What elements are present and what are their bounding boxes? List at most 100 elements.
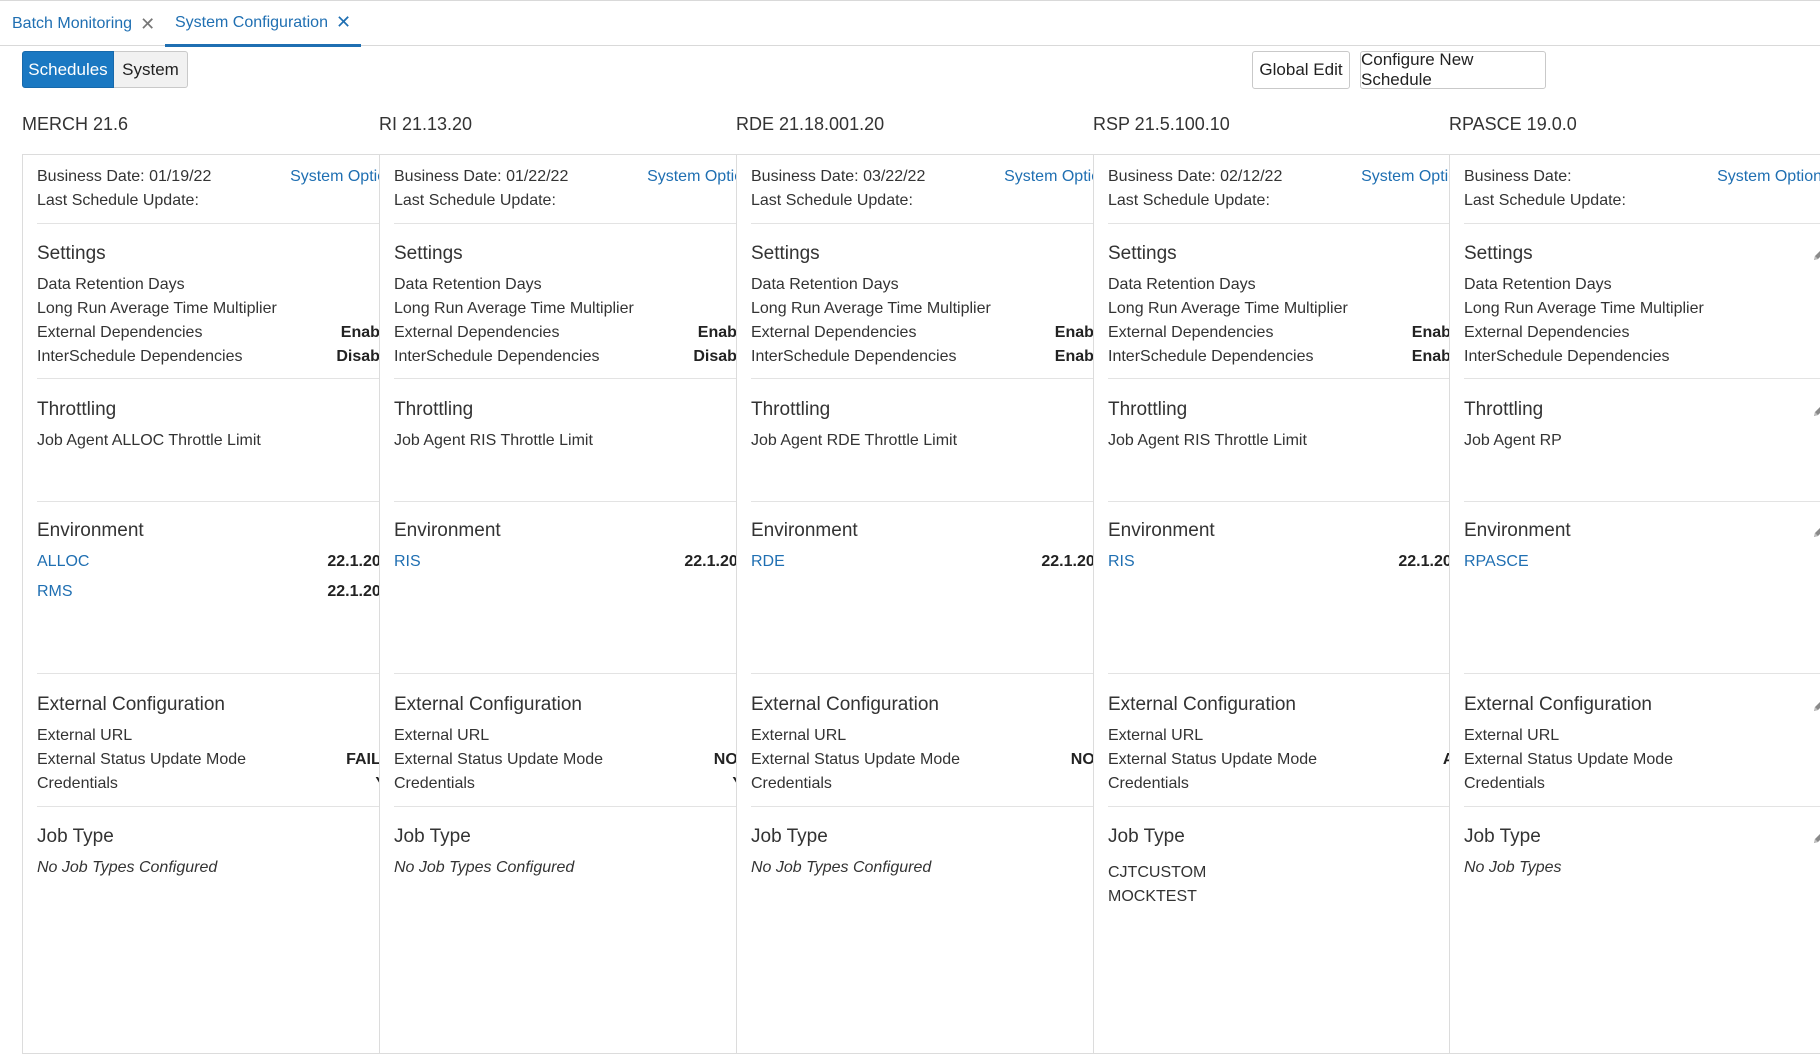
external-status-row: External Status Update Mode [1464, 748, 1820, 772]
system-toggle[interactable]: System [114, 51, 188, 88]
section-title: External Configuration [751, 694, 939, 715]
section-title: Throttling [1464, 399, 1544, 420]
section-title: Job Type [1464, 826, 1541, 847]
section-title: Throttling [37, 399, 117, 420]
setting-row: External Dependencies Enabled [1108, 321, 1474, 345]
settings-header: Settings [37, 240, 403, 268]
environment-link[interactable]: RIS [394, 553, 421, 571]
schedule-column: RPASCE 19.0.0 Business Date: System Optio… [1449, 112, 1820, 1054]
throttling-header: Throttling [1108, 396, 1474, 424]
credentials-row: CredentialsNo [1108, 772, 1474, 796]
pencil-icon[interactable] [1810, 244, 1820, 264]
schedule-card: Business Date: 02/12/22 System Options Las… [1093, 154, 1489, 1054]
throttle-row: Job Agent RP [1464, 429, 1820, 453]
close-icon[interactable]: ✕ [140, 14, 155, 35]
schedule-column: MERCH 21.6 Business Date: 01/19/22 System … [22, 112, 418, 1054]
configure-new-schedule-button[interactable]: Configure New Schedule [1360, 50, 1546, 89]
last-update-label: Last Schedule Update: [1464, 192, 1626, 209]
throttle-row: Job Agent RIS Throttle Limit4 [1108, 429, 1474, 453]
config-label: External Status Update Mode [394, 751, 604, 768]
divider [37, 223, 403, 224]
throttle-label: Job Agent RDE Throttle Limit [751, 432, 958, 449]
environment-link[interactable]: RIS [1108, 553, 1135, 571]
setting-row: External Dependencies Enabled [37, 321, 403, 345]
throttle-row: Job Agent RDE Throttle Limit12 [751, 429, 1117, 453]
business-date-row: Business Date: 02/12/22 System Options [1108, 165, 1474, 189]
section-title: Throttling [394, 399, 474, 420]
schedule-column: RDE 21.18.001.20 Business Date: 03/22/22 S… [736, 112, 1132, 1054]
section-title: External Configuration [1108, 694, 1296, 715]
divider [1108, 223, 1474, 224]
config-label: External URL [1464, 727, 1560, 744]
throttle-label: Job Agent ALLOC Throttle Limit [37, 432, 261, 449]
section-title: Environment [394, 520, 501, 541]
section-title: Settings [394, 243, 463, 264]
schedule-card: Business Date: 01/22/22 System Options Las… [379, 154, 775, 1054]
job-type-empty: No Job Types Configured [37, 856, 403, 880]
external-url-row: External URL [1464, 724, 1820, 748]
throttle-label: Job Agent RIS Throttle Limit [1108, 432, 1307, 449]
tab-system-configuration[interactable]: System Configuration ✕ [165, 1, 362, 47]
environment-row: RDE 22.1.201.0 [751, 550, 1117, 574]
job-type-header: Job Type [1108, 823, 1474, 851]
system-options-link[interactable]: System Options [1717, 168, 1820, 186]
business-date-row: Business Date: System Options [1464, 165, 1820, 189]
settings-header: Settings [1108, 240, 1474, 268]
divider [751, 673, 1117, 674]
external-configuration-header: External Configuration [751, 691, 1117, 719]
divider [37, 378, 403, 379]
section-title: Job Type [751, 826, 828, 847]
pencil-icon[interactable] [1810, 695, 1820, 715]
global-edit-button[interactable]: Global Edit [1252, 51, 1350, 89]
schedules-toggle[interactable]: Schedules [22, 51, 114, 88]
environment-header: Environment [37, 517, 403, 545]
setting-label: InterSchedule Dependencies [394, 348, 600, 365]
external-status-row: External Status Update ModeNONE [751, 748, 1117, 772]
pencil-icon[interactable] [1810, 827, 1820, 847]
divider [1108, 501, 1474, 502]
job-type-empty: No Job Types Configured [751, 856, 1117, 880]
setting-row: Long Run Average Time Multiplier2 [751, 297, 1117, 321]
setting-row: InterSchedule Dependencies Enabled [751, 345, 1117, 369]
setting-label: Long Run Average Time Multiplier [1464, 300, 1704, 317]
job-type-header: Job Type [751, 823, 1117, 851]
environment-link[interactable]: RMS [37, 583, 73, 601]
divider [1464, 673, 1820, 674]
throttling-header: Throttling [1464, 396, 1820, 424]
environment-row: RIS 22.1.201.0 [1108, 550, 1474, 574]
section-title: Settings [751, 243, 820, 264]
business-date-label: Business Date: [1464, 168, 1572, 185]
section-title: Settings [1464, 243, 1533, 264]
pencil-icon[interactable] [1810, 400, 1820, 420]
business-date-value: 01/22/22 [506, 168, 569, 185]
setting-label: External Dependencies [394, 324, 560, 341]
environment-link[interactable]: RPASCE [1464, 553, 1529, 571]
business-date-row: Business Date: 01/19/22 System Options [37, 165, 403, 189]
tab-batch-monitoring[interactable]: Batch Monitoring ✕ [12, 1, 155, 47]
divider [751, 501, 1117, 502]
last-schedule-update-row: Last Schedule Update: [37, 189, 403, 213]
setting-label: InterSchedule Dependencies [37, 348, 243, 365]
external-status-row: External Status Update ModeALL [1108, 748, 1474, 772]
config-label: External URL [751, 727, 847, 744]
setting-row: Long Run Average Time Multiplier3 [37, 297, 403, 321]
setting-row: Data Retention Days35 [1108, 273, 1474, 297]
setting-row: InterSchedule Dependencies Disabled [37, 345, 403, 369]
setting-row: InterSchedule Dependencies Disabled [394, 345, 760, 369]
pencil-icon[interactable] [1810, 521, 1820, 541]
divider [394, 501, 760, 502]
environment-link[interactable]: RDE [751, 553, 785, 571]
close-icon[interactable]: ✕ [336, 12, 351, 33]
schedule-title: RI 21.13.20 [379, 114, 473, 134]
external-configuration-header: External Configuration [1108, 691, 1474, 719]
divider [751, 378, 1117, 379]
environment-row: RMS 22.1.201.0 [37, 580, 403, 604]
business-date-value: 01/19/22 [149, 168, 212, 185]
setting-row: InterSchedule Dependencies [1464, 345, 1820, 369]
config-label: Credentials [394, 775, 475, 792]
throttle-label: Job Agent RIS Throttle Limit [394, 432, 593, 449]
divider [1464, 501, 1820, 502]
setting-label: Data Retention Days [394, 276, 542, 293]
environment-link[interactable]: ALLOC [37, 553, 89, 571]
config-label: Credentials [1108, 775, 1189, 792]
